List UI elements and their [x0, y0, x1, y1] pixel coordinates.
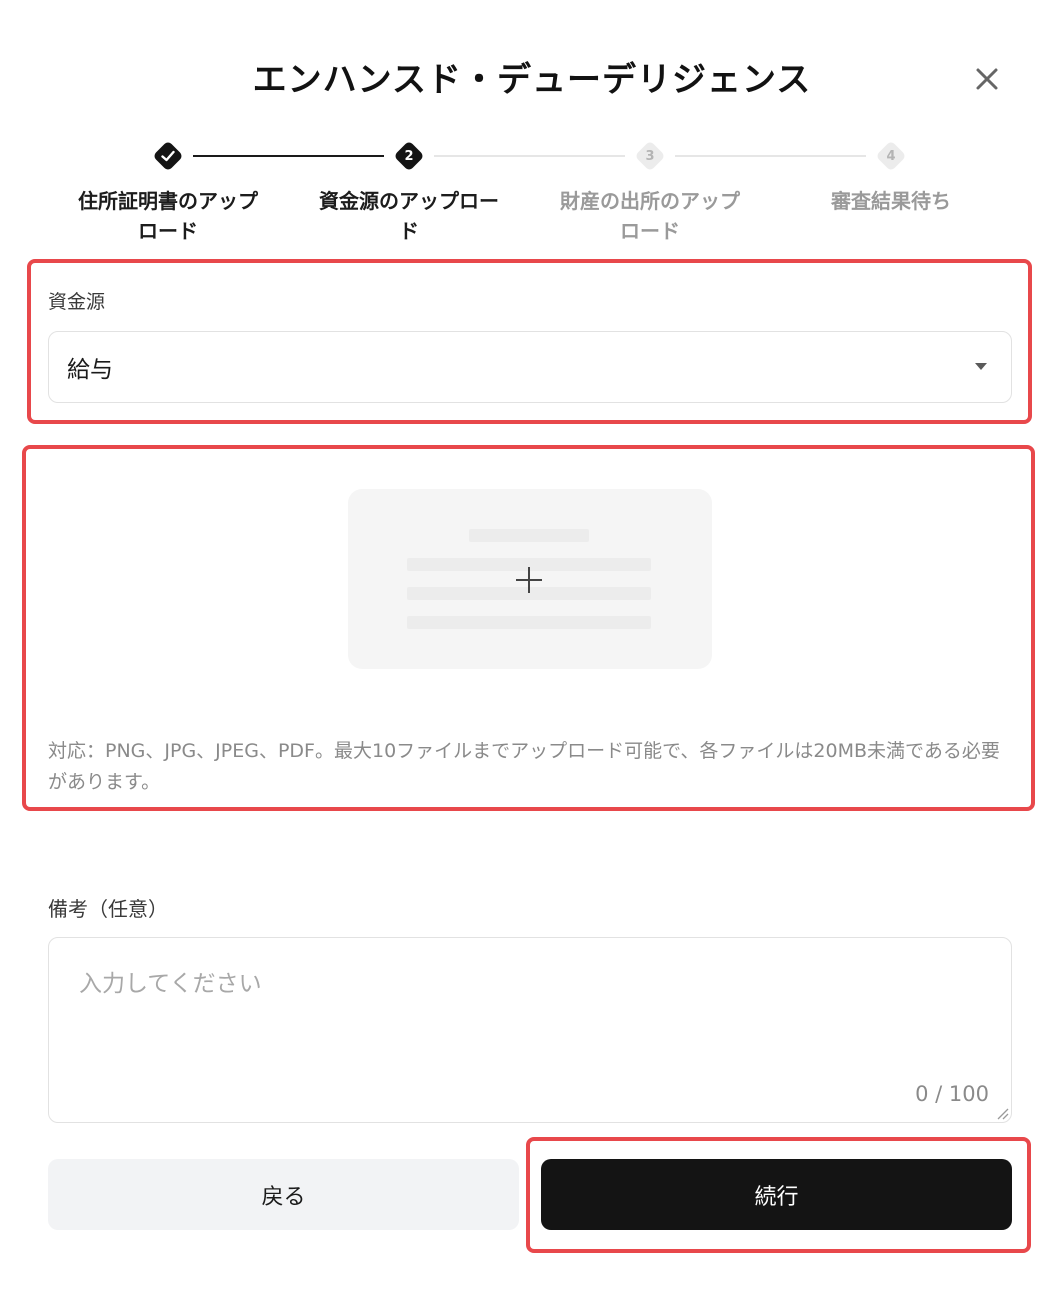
step-1-label: 住所証明書のアップロード: [78, 189, 258, 243]
dialog-title: エンハンスド・デューデリジェンス: [252, 60, 812, 100]
resize-handle-icon[interactable]: [995, 1106, 1009, 1120]
upload-dropzone[interactable]: [348, 489, 712, 669]
step-2-number: 2: [404, 148, 414, 164]
edd-dialog: エンハンスド・デューデリジェンス 住所証明書のアップロード 2 資金源のアップロ…: [0, 0, 1064, 1296]
upload-format-note: 対応：PNG、JPG、JPEG、PDF。最大10ファイルまでアップロード可能で、…: [48, 740, 1000, 793]
close-button[interactable]: [968, 60, 1006, 98]
close-icon: [976, 68, 998, 90]
step-2: 2 資金源のアップロード: [289, 140, 529, 246]
progress-stepper: 住所証明書のアップロード 2 資金源のアップロード 3 財産の出所のアップロード…: [0, 140, 1064, 250]
step-4-marker: 4: [875, 140, 907, 172]
step-4: 4 審査結果待ち: [771, 140, 1011, 216]
remarks-char-counter: 0 / 100: [915, 1082, 989, 1106]
step-1: 住所証明書のアップロード: [48, 140, 288, 246]
step-4-number: 4: [886, 148, 896, 164]
remarks-field: 0 / 100: [48, 937, 1012, 1123]
back-button[interactable]: 戻る: [48, 1159, 519, 1230]
remarks-label: 備考（任意）: [48, 897, 168, 921]
source-of-funds-label: 資金源: [48, 291, 106, 313]
source-of-funds-value: 給与: [67, 357, 113, 383]
caret-down-icon: [975, 363, 987, 370]
step-2-label: 資金源のアップロード: [319, 189, 499, 243]
step-3: 3 財産の出所のアップロード: [530, 140, 770, 246]
step-2-marker: 2: [393, 140, 425, 172]
remarks-input[interactable]: [49, 938, 1011, 1122]
continue-button[interactable]: 続行: [541, 1159, 1012, 1230]
step-3-marker: 3: [634, 140, 666, 172]
step-1-marker: [152, 140, 184, 172]
plus-icon: [516, 567, 542, 593]
step-3-number: 3: [645, 148, 655, 164]
step-4-label: 審査結果待ち: [831, 189, 951, 213]
step-3-label: 財産の出所のアップロード: [560, 189, 740, 243]
source-of-funds-select[interactable]: 給与: [48, 331, 1012, 403]
check-icon: [161, 150, 175, 162]
